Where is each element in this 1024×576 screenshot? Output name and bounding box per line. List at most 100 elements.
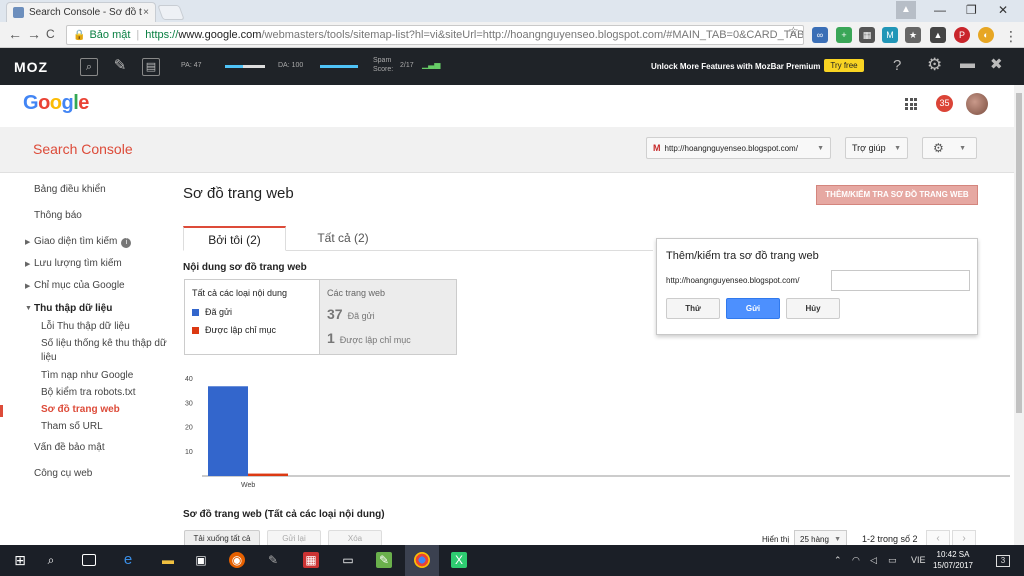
tray-chevron-up-icon[interactable]: ⌃ [834,555,842,566]
sidebar-item-search-appearance[interactable]: Giao diện tìm kiếm i [34,236,132,248]
moz-help-icon[interactable]: ? [893,57,901,74]
bookmark-star-icon[interactable]: ☆ [788,24,799,38]
moz-minimize-icon[interactable]: ▬ [960,55,975,72]
content-type-legend[interactable]: Tất cả các loại nội dung Đã gửi Được lập… [184,279,320,355]
moz-serp-icon[interactable]: ▤ [142,58,160,76]
avatar[interactable] [966,93,988,115]
moz-highlight-icon[interactable]: ✎ [111,58,129,76]
apps-grid-icon[interactable] [905,98,917,110]
maximize-icon[interactable]: ❐ [966,3,977,17]
sidebar-item-sitemaps[interactable]: Sơ đồ trang web [41,404,120,415]
moz-try-free-button[interactable]: Try free [824,59,864,72]
windows-start-icon[interactable]: ⊞ [12,552,28,568]
submit-button[interactable]: Gửi [726,298,780,319]
file-explorer-icon[interactable]: ▬ [160,552,176,568]
help-button[interactable]: Trợ giúp ▼ [845,137,908,159]
search-console-title[interactable]: Search Console [33,141,133,157]
extension-grid-icon[interactable]: ▦ [859,27,875,43]
legend-indexed-label: Được lập chỉ mục [205,325,276,335]
sidebar-item-messages[interactable]: Thông báo [34,210,82,221]
store-icon[interactable]: ▣ [193,552,209,568]
reload-icon[interactable]: C [46,27,55,41]
forward-icon[interactable]: → [27,26,41,42]
person-icon[interactable]: ▲ [896,1,916,19]
input-language[interactable]: VIE [911,555,926,565]
folder-icon[interactable]: ▭ [340,552,356,568]
search-console-favicon-icon [13,7,24,18]
page-scrollbar[interactable] [1014,85,1024,545]
chevron-right-icon[interactable]: ▶ [25,238,30,246]
settings-button[interactable]: ⚙ ▼ [922,137,977,159]
sidebar-item-robots-tester[interactable]: Bộ kiểm tra robots.txt [41,387,135,398]
moz-spam-label: Spam Score: [373,56,393,74]
sidebar-item-web-tools[interactable]: Công cụ web [34,468,92,479]
moz-page-analysis-icon[interactable]: ⌕ [80,58,98,76]
extension-user-icon[interactable]: ▲ [930,27,946,43]
back-icon[interactable]: ← [8,26,22,42]
keyboard-icon[interactable]: ▭ [888,555,897,566]
extension-coin-icon[interactable]: ◐ [978,27,994,43]
pinterest-icon[interactable]: P [954,27,970,43]
browser-tab[interactable]: Search Console - Sơ đồ t × [6,2,156,22]
chevron-down-icon[interactable]: ▼ [25,305,32,312]
bar-indexed[interactable] [248,473,288,476]
action-center-icon[interactable]: 3 [996,555,1010,567]
moz-close-icon[interactable]: ✖ [990,55,1003,73]
chevron-right-icon[interactable]: ▶ [25,260,30,268]
sidebar-item-google-index[interactable]: Chỉ mục của Google [34,280,125,291]
app-red-icon[interactable]: ▦ [303,552,319,568]
sidebar-item-fetch-as-google[interactable]: Tìm nạp như Google [41,370,133,381]
sidebar-item-url-parameters[interactable]: Tham số URL [41,421,103,432]
paint-icon[interactable]: ✎ [265,552,281,568]
chrome-menu-icon[interactable]: ⋮ [1004,28,1018,45]
extension-star-icon[interactable]: ★ [905,27,921,43]
sidebar-item-crawl-stats-cont[interactable]: liệu [41,352,57,363]
web-pages-stats[interactable]: Các trang web 37 Đã gửi 1 Được lập chỉ m… [320,279,457,355]
task-view-icon[interactable] [82,554,96,566]
sidebar-item-search-traffic[interactable]: Lưu lượng tìm kiếm [34,258,122,269]
notifications-badge[interactable]: 35 [936,95,953,112]
test-button[interactable]: Thử [666,298,720,319]
sidebar-item-crawl[interactable]: Thu thập dữ liệu [34,303,112,314]
new-tab-button[interactable] [157,5,185,20]
bar-submitted[interactable] [208,386,248,476]
search-icon[interactable]: ⌕ [43,552,59,568]
extension-link-icon[interactable]: ∞ [812,27,828,43]
google-logo[interactable]: Google [23,92,89,115]
google-logo-letter: o [38,92,50,114]
sidebar-item-dashboard[interactable]: Bảng điều khiển [34,184,106,195]
content-tabs: Bởi tôi (2) Tất cả (2) [183,226,653,251]
excel-icon[interactable]: X [451,552,467,568]
close-window-icon[interactable]: ✕ [998,3,1008,17]
google-logo-letter: g [61,92,74,114]
tab-by-me[interactable]: Bởi tôi (2) [183,226,286,251]
sidebar-item-crawl-stats[interactable]: Số liệu thống kê thu thập dữ [41,338,167,349]
wifi-icon[interactable]: ◠ [852,555,860,566]
firefox-icon[interactable]: ◉ [229,552,245,568]
volume-icon[interactable]: ◁ [870,555,877,566]
chrome-icon[interactable] [414,552,430,568]
sitemap-url-prefix: http://hoangnguyenseo.blogspot.com/ [666,276,800,285]
chevron-right-icon[interactable]: ▶ [25,282,30,290]
minimize-icon[interactable]: — [934,3,946,17]
extension-plus-icon[interactable]: + [836,27,852,43]
dialog-title: Thêm/kiểm tra sơ đồ trang web [666,250,819,262]
edge-icon[interactable]: e [120,552,136,568]
extension-m-icon[interactable]: M [882,27,898,43]
tab-all[interactable]: Tất cả (2) [303,226,383,251]
url-bar[interactable]: 🔒 Bảo mật | https:// www.google.com /web… [66,25,804,45]
moz-pa-fill [225,65,243,68]
sidebar-item-security-issues[interactable]: Vấn đề bảo mật [34,442,105,453]
taskbar-clock[interactable]: 10:42 SA 15/07/2017 [932,549,974,571]
info-icon[interactable]: i [121,238,132,248]
scrollbar-thumb[interactable] [1016,93,1022,413]
tab-close-icon[interactable]: × [143,7,149,18]
sitemap-url-input[interactable] [831,270,970,291]
moz-unlock-text[interactable]: Unlock More Features with MozBar Premium [651,62,820,71]
sidebar-item-crawl-errors[interactable]: Lỗi Thu thập dữ liệu [41,321,130,332]
add-test-sitemap-button[interactable]: THÊM/KIỂM TRA SƠ ĐỒ TRANG WEB [816,185,978,205]
cancel-button[interactable]: Hủy [786,298,840,319]
moz-settings-icon[interactable]: ⚙ [927,55,942,75]
property-selector[interactable]: M http://hoangnguyenseo.blogspot.com/ ▼ [646,137,831,159]
notepad-plus-icon[interactable]: ✎ [376,552,392,568]
